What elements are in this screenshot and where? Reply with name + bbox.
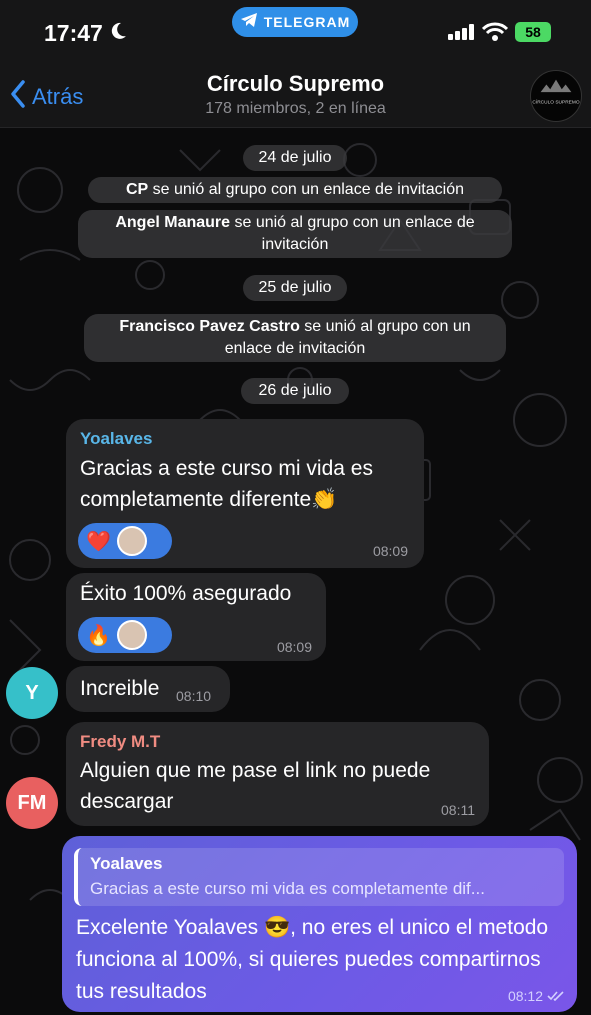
message-bubble[interactable]: Éxito 100% asegurado 🔥 08:09 [66,573,326,661]
message-text: Excelente Yoalaves 😎, no eres el unico e… [76,916,549,1003]
telegram-pill[interactable]: TELEGRAM [232,7,358,37]
message-text-cont: completamente diferente👏 [80,488,338,511]
battery-indicator: 58 [515,22,551,42]
message-bubble[interactable]: Fredy M.T Alguien que me pase el link no… [66,722,489,826]
message-text: Alguien que me pase el link no puede [80,759,431,782]
service-user: CP [125,181,149,198]
signal-icon [448,24,476,45]
service-message: Angel Manaure se unió al grupo con un en… [78,210,512,258]
reply-preview[interactable]: Yoalaves Gracias a este curso mi vida es… [74,848,564,906]
chat-subtitle: 178 miembros, 2 en línea [205,100,386,117]
sender-name[interactable]: Fredy M.T [80,732,160,752]
service-text: se unió al grupo con un [299,318,471,335]
reactor-avatar [116,620,147,650]
message-time: 08:12 [507,988,543,1004]
service-user: Francisco Pavez Castro [119,318,300,335]
group-avatar-caption: CÍRCULO SUPREMO [532,99,579,106]
status-bar: 17:47 TELEGRAM 58 [0,0,591,62]
telegram-pill-label: TELEGRAM [263,14,351,30]
message-text: Éxito 100% asegurado [80,582,292,605]
message-bubble[interactable]: Increible 08:10 [66,666,230,712]
message-text-cont: descargar [80,790,174,813]
sender-name[interactable]: Yoalaves [80,429,152,449]
user-avatar[interactable]: Y [6,667,58,719]
service-text-cont: enlace de invitación [224,340,366,357]
message-text: Increible [80,677,160,700]
reply-text: Gracias a este curso mi vida es completa… [90,879,485,898]
date-pill: 24 de julio [243,145,347,171]
double-check-icon [547,988,565,1004]
user-avatar[interactable]: FM [6,777,58,829]
message-time: 08:11 [441,802,475,818]
message-time: 08:10 [176,688,212,704]
service-text-cont: invitación [261,236,329,253]
message-time: 08:09 [276,639,312,655]
service-user: Angel Manaure [115,214,231,231]
clock: 17:47 [44,20,103,46]
service-message: CP se unió al grupo con un enlace de inv… [88,177,502,203]
date-pill: 25 de julio [243,275,347,301]
reply-sender: Yoalaves [90,854,163,873]
wifi-icon [481,22,509,47]
reaction-heart[interactable]: ❤️ [78,523,172,559]
chat-title[interactable]: Círculo Supremo [0,71,591,97]
group-avatar[interactable]: CÍRCULO SUPREMO [530,70,582,122]
reaction-fire[interactable]: 🔥 [78,617,172,653]
message-text: Gracias a este curso mi vida es [80,457,373,480]
service-message: Francisco Pavez Castro se unió al grupo … [84,314,506,362]
telegram-icon [240,12,258,33]
chat-header: Atrás Círculo Supremo 178 miembros, 2 en… [0,62,591,128]
reactor-avatar [116,526,147,556]
outgoing-message-bubble[interactable]: Yoalaves Gracias a este curso mi vida es… [62,836,577,1012]
message-time: 08:09 [372,543,408,559]
message-status: 08:12 [508,988,565,1004]
message-bubble[interactable]: Yoalaves Gracias a este curso mi vida es… [66,419,424,568]
service-text: se unió al grupo con un enlace de [230,214,475,231]
service-text: se unió al grupo con un enlace de invita… [148,181,464,198]
moon-icon [108,21,128,46]
heart-icon: ❤️ [86,530,111,553]
date-pill: 26 de julio [241,378,349,404]
fire-icon: 🔥 [86,624,111,647]
